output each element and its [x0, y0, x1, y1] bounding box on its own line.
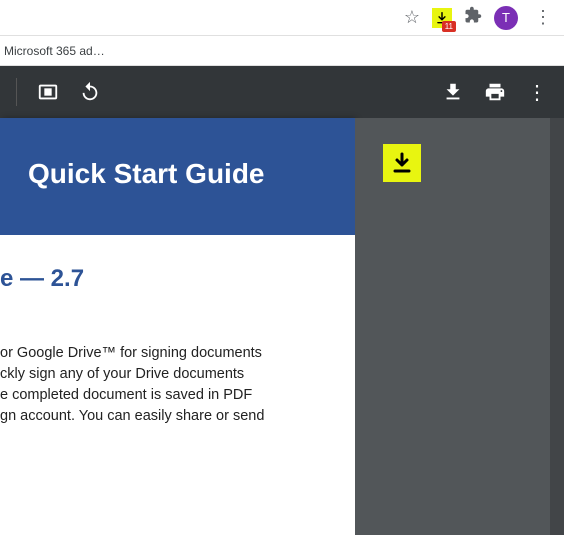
vertical-scrollbar[interactable] — [550, 118, 564, 535]
pdf-title: Quick Start Guide — [0, 158, 335, 190]
browser-toolbar: ☆ 11 T ⋮ — [0, 0, 564, 36]
download-arrow-icon — [390, 151, 414, 175]
bookmarks-bar: Microsoft 365 ad… — [0, 36, 564, 66]
pdf-text-line: ckly sign any of your Drive documents — [0, 364, 345, 385]
pdf-body: e — 2.7 or Google Drive™ for signing doc… — [0, 235, 355, 535]
toolbar-divider — [16, 78, 17, 106]
avatar-initial: T — [502, 10, 510, 25]
print-icon[interactable] — [484, 81, 506, 103]
browser-menu-icon[interactable]: ⋮ — [530, 7, 556, 28]
pdf-viewport: Quick Start Guide e — 2.7 or Google Driv… — [0, 118, 564, 535]
fit-page-icon[interactable] — [37, 81, 59, 103]
pdf-text-line: gn account. You can easily share or send — [0, 406, 345, 427]
pdf-text-line: e completed document is saved in PDF — [0, 385, 345, 406]
extension-download-icon[interactable]: 11 — [432, 8, 452, 28]
download-icon[interactable] — [442, 81, 464, 103]
pdf-header-band: Quick Start Guide — [0, 118, 355, 235]
pdf-sidebar-area — [355, 118, 564, 535]
rotate-icon[interactable] — [79, 81, 101, 103]
bookmark-item[interactable]: Microsoft 365 ad… — [4, 44, 105, 58]
pdf-toolbar: ⋮ — [0, 66, 564, 118]
profile-avatar[interactable]: T — [494, 6, 518, 30]
pdf-section-title: e — 2.7 — [0, 265, 345, 293]
pdf-text-line: or Google Drive™ for signing documents — [0, 343, 345, 364]
pdf-page: Quick Start Guide e — 2.7 or Google Driv… — [0, 118, 355, 535]
bookmark-star-icon[interactable]: ☆ — [404, 7, 420, 28]
download-extension-widget[interactable] — [383, 144, 421, 182]
pdf-more-icon[interactable]: ⋮ — [526, 81, 548, 103]
extensions-puzzle-icon[interactable] — [464, 6, 482, 29]
extension-badge-count: 11 — [442, 21, 456, 32]
